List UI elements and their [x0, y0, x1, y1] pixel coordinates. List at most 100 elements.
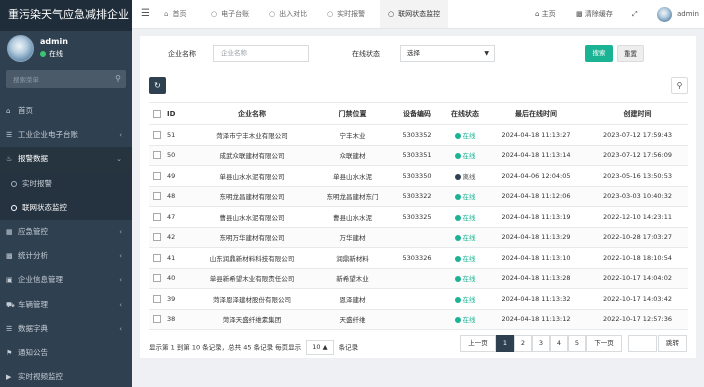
avatar[interactable] — [7, 35, 34, 62]
column-header-id[interactable]: ID — [165, 102, 188, 125]
menu-toggle-icon[interactable]: ☰ — [141, 8, 150, 19]
status-label: 在线 — [462, 131, 476, 140]
cell-company: 单县山水水泥有限公司 — [188, 165, 316, 187]
sidebar-item-notices[interactable]: ⚑ 通知公告 — [0, 341, 132, 365]
page-button-3[interactable]: 3 — [532, 335, 550, 352]
cell-id: 38 — [165, 309, 188, 330]
sidebar-item-company-info[interactable]: ▣ 企业信息管理 ‹ — [0, 268, 132, 292]
table-row[interactable]: 50 成武众联建材有限公司 众联建材 5303351 在线 2024-04-18 11:1… — [149, 145, 688, 166]
row-checkbox[interactable] — [149, 186, 165, 207]
cell-id: 47 — [165, 206, 188, 228]
cell-gate: 天盛纤维 — [316, 309, 389, 330]
sidebar-search-placeholder: 搜索菜单 — [13, 76, 39, 84]
table-row[interactable]: 41 山东润鼎新材料科技有限公司 润鼎新材料 5303326 在线 2024-04-18 … — [149, 247, 688, 269]
table-row[interactable]: 48 东明龙昌建材有限公司 东明龙昌建材东门 5303322 在线 2024-04-18 … — [149, 186, 688, 207]
fullscreen-icon[interactable]: ⤢ — [632, 0, 638, 28]
checkbox-icon — [153, 253, 161, 262]
checkbox-icon — [153, 130, 161, 139]
sidebar-item-label: 首页 — [18, 106, 33, 115]
sidebar-item-alarm-data[interactable]: ♨ 报警数据 ⌄ — [0, 147, 132, 172]
row-checkbox[interactable] — [149, 145, 165, 166]
sidebar-item-emergency-control[interactable]: ▦ 应急管控 ‹ — [0, 220, 132, 244]
home-link[interactable]: ⌂ 主页 — [535, 0, 556, 28]
sidebar-item-home[interactable]: ⌂ 首页 — [0, 99, 132, 123]
row-checkbox[interactable] — [149, 165, 165, 187]
column-header-status[interactable]: 在线状态 — [445, 102, 485, 125]
sidebar-item-dictionary[interactable]: ☰ 数据字典 ‹ — [0, 317, 132, 341]
column-header-company[interactable]: 企业名称 — [188, 102, 316, 125]
cell-created: 2022-10-18 18:10:54 — [587, 247, 688, 269]
column-header-last-online[interactable]: 最后在线时间 — [485, 102, 587, 125]
user-menu-label: admin — [677, 10, 699, 18]
cell-last-online: 2024-04-18 11:13:12 — [485, 309, 587, 330]
sidebar-item-statistics[interactable]: ▩ 统计分析 ‹ — [0, 244, 132, 268]
user-name: admin — [40, 37, 68, 46]
table-row[interactable]: 47 曹县山水水泥有限公司 曹县山水水泥 5303325 在线 2024-04-18 11… — [149, 206, 688, 228]
checkbox-icon — [153, 294, 161, 303]
jump-button[interactable]: 跳转 — [658, 335, 687, 352]
tab-network-status[interactable]: ○ 联网状态监控 — [380, 0, 449, 28]
next-page-button[interactable]: 下一页 — [586, 335, 622, 352]
sidebar-item-vehicles[interactable]: ⛟ 车辆管理 ‹ — [0, 293, 132, 317]
prev-page-button[interactable]: 上一页 — [460, 335, 496, 352]
tab-realtime-alarm[interactable]: ○ 实时报警 — [327, 0, 365, 28]
online-status-select[interactable]: 选择 ▼ — [400, 45, 495, 62]
clear-cache-button[interactable]: ▩ 清除缓存 — [576, 0, 613, 28]
avatar[interactable] — [657, 7, 672, 22]
sidebar-search-input[interactable]: 搜索菜单 ⚲ — [6, 70, 126, 88]
table-row[interactable]: 51 菏泽市宁丰木业有限公司 宁丰木业 5303352 在线 2024-04-18 11:… — [149, 124, 688, 146]
page-button-1[interactable]: 1 — [496, 335, 514, 352]
row-checkbox[interactable] — [149, 268, 165, 289]
page-size-select[interactable]: 10 ▲ — [306, 340, 334, 355]
reset-button[interactable]: 重置 — [617, 45, 644, 62]
column-header-gate[interactable]: 门禁位置 — [316, 102, 389, 125]
page-button-5[interactable]: 5 — [568, 335, 586, 352]
chevron-down-icon: ⌄ — [116, 155, 122, 164]
table-row[interactable]: 38 菏泽天盛纤维素集团 天盛纤维 在线 2024-04-18 11:13:12 2022… — [149, 309, 688, 330]
sidebar-item-label: 应急管控 — [18, 226, 48, 236]
status-badge: 在线 — [454, 214, 476, 222]
table-row[interactable]: 42 东明万华建材有限公司 万华建材 在线 2024-04-18 11:13:29 202… — [149, 227, 688, 248]
row-checkbox[interactable] — [149, 247, 165, 269]
row-checkbox[interactable] — [149, 288, 165, 310]
table-row[interactable]: 49 单县山水水泥有限公司 单县山水水泥 5303350 离线 2024-04-06 12… — [149, 165, 688, 187]
sidebar-item-realtime-alarm[interactable]: 实时报警 — [0, 171, 132, 196]
sidebar-item-video[interactable]: ▶ 实时视频监控 — [0, 365, 132, 387]
online-status-label: 在线状态 — [352, 50, 380, 58]
cell-device: 5303326 — [389, 247, 445, 269]
table-search-button[interactable]: ⚲ — [671, 77, 688, 94]
sidebar-item-ledger[interactable]: ☰ 工业企业电子台账 ‹ — [0, 123, 132, 147]
sidebar-item-label: 数据字典 — [18, 323, 48, 333]
cell-company: 单县新希望木业有限责任公司 — [188, 268, 316, 289]
search-icon[interactable]: ⚲ — [115, 74, 121, 83]
chevron-left-icon: ‹ — [119, 324, 122, 333]
row-checkbox[interactable] — [149, 206, 165, 228]
sidebar-item-network-status[interactable]: 联网状态监控 — [0, 195, 132, 220]
circle-icon — [11, 204, 17, 211]
tab-home[interactable]: ⌂ 首页 — [164, 0, 186, 28]
clear-cache-label: 清除缓存 — [584, 10, 613, 18]
row-checkbox[interactable] — [149, 309, 165, 330]
cell-last-online: 2024-04-18 11:13:14 — [485, 145, 587, 166]
status-badge: 在线 — [454, 254, 476, 263]
user-menu[interactable]: admin — [677, 0, 699, 28]
column-header-device[interactable]: 设备编码 — [389, 102, 445, 125]
column-header-created[interactable]: 创建时间 — [587, 102, 688, 125]
refresh-button[interactable]: ↻ — [149, 77, 166, 94]
search-button[interactable]: 搜索 — [585, 45, 613, 62]
company-name-input[interactable]: 企业名称 — [213, 45, 309, 62]
status-label: 在线 — [462, 254, 476, 263]
tab-in-out-compare[interactable]: ○ 出入对比 — [269, 0, 307, 28]
page-button-4[interactable]: 4 — [550, 335, 568, 352]
page-button-2[interactable]: 2 — [514, 335, 532, 352]
online-dot-icon — [40, 51, 46, 57]
row-checkbox[interactable] — [149, 124, 165, 146]
caret-down-icon: ▼ — [484, 50, 489, 57]
table-row[interactable]: 39 菏泽恩泽建材股份有限公司 恩泽建材 在线 2024-04-18 11:13:32 2… — [149, 288, 688, 310]
table-row[interactable]: 40 单县新希望木业有限责任公司 新希望木业 在线 2024-04-18 11:13:2… — [149, 268, 688, 289]
jump-page-input[interactable] — [628, 335, 657, 352]
cell-device — [389, 309, 445, 330]
select-all-checkbox[interactable] — [149, 102, 165, 125]
row-checkbox[interactable] — [149, 227, 165, 248]
tab-ledger[interactable]: ○ 电子台账 — [211, 0, 249, 28]
